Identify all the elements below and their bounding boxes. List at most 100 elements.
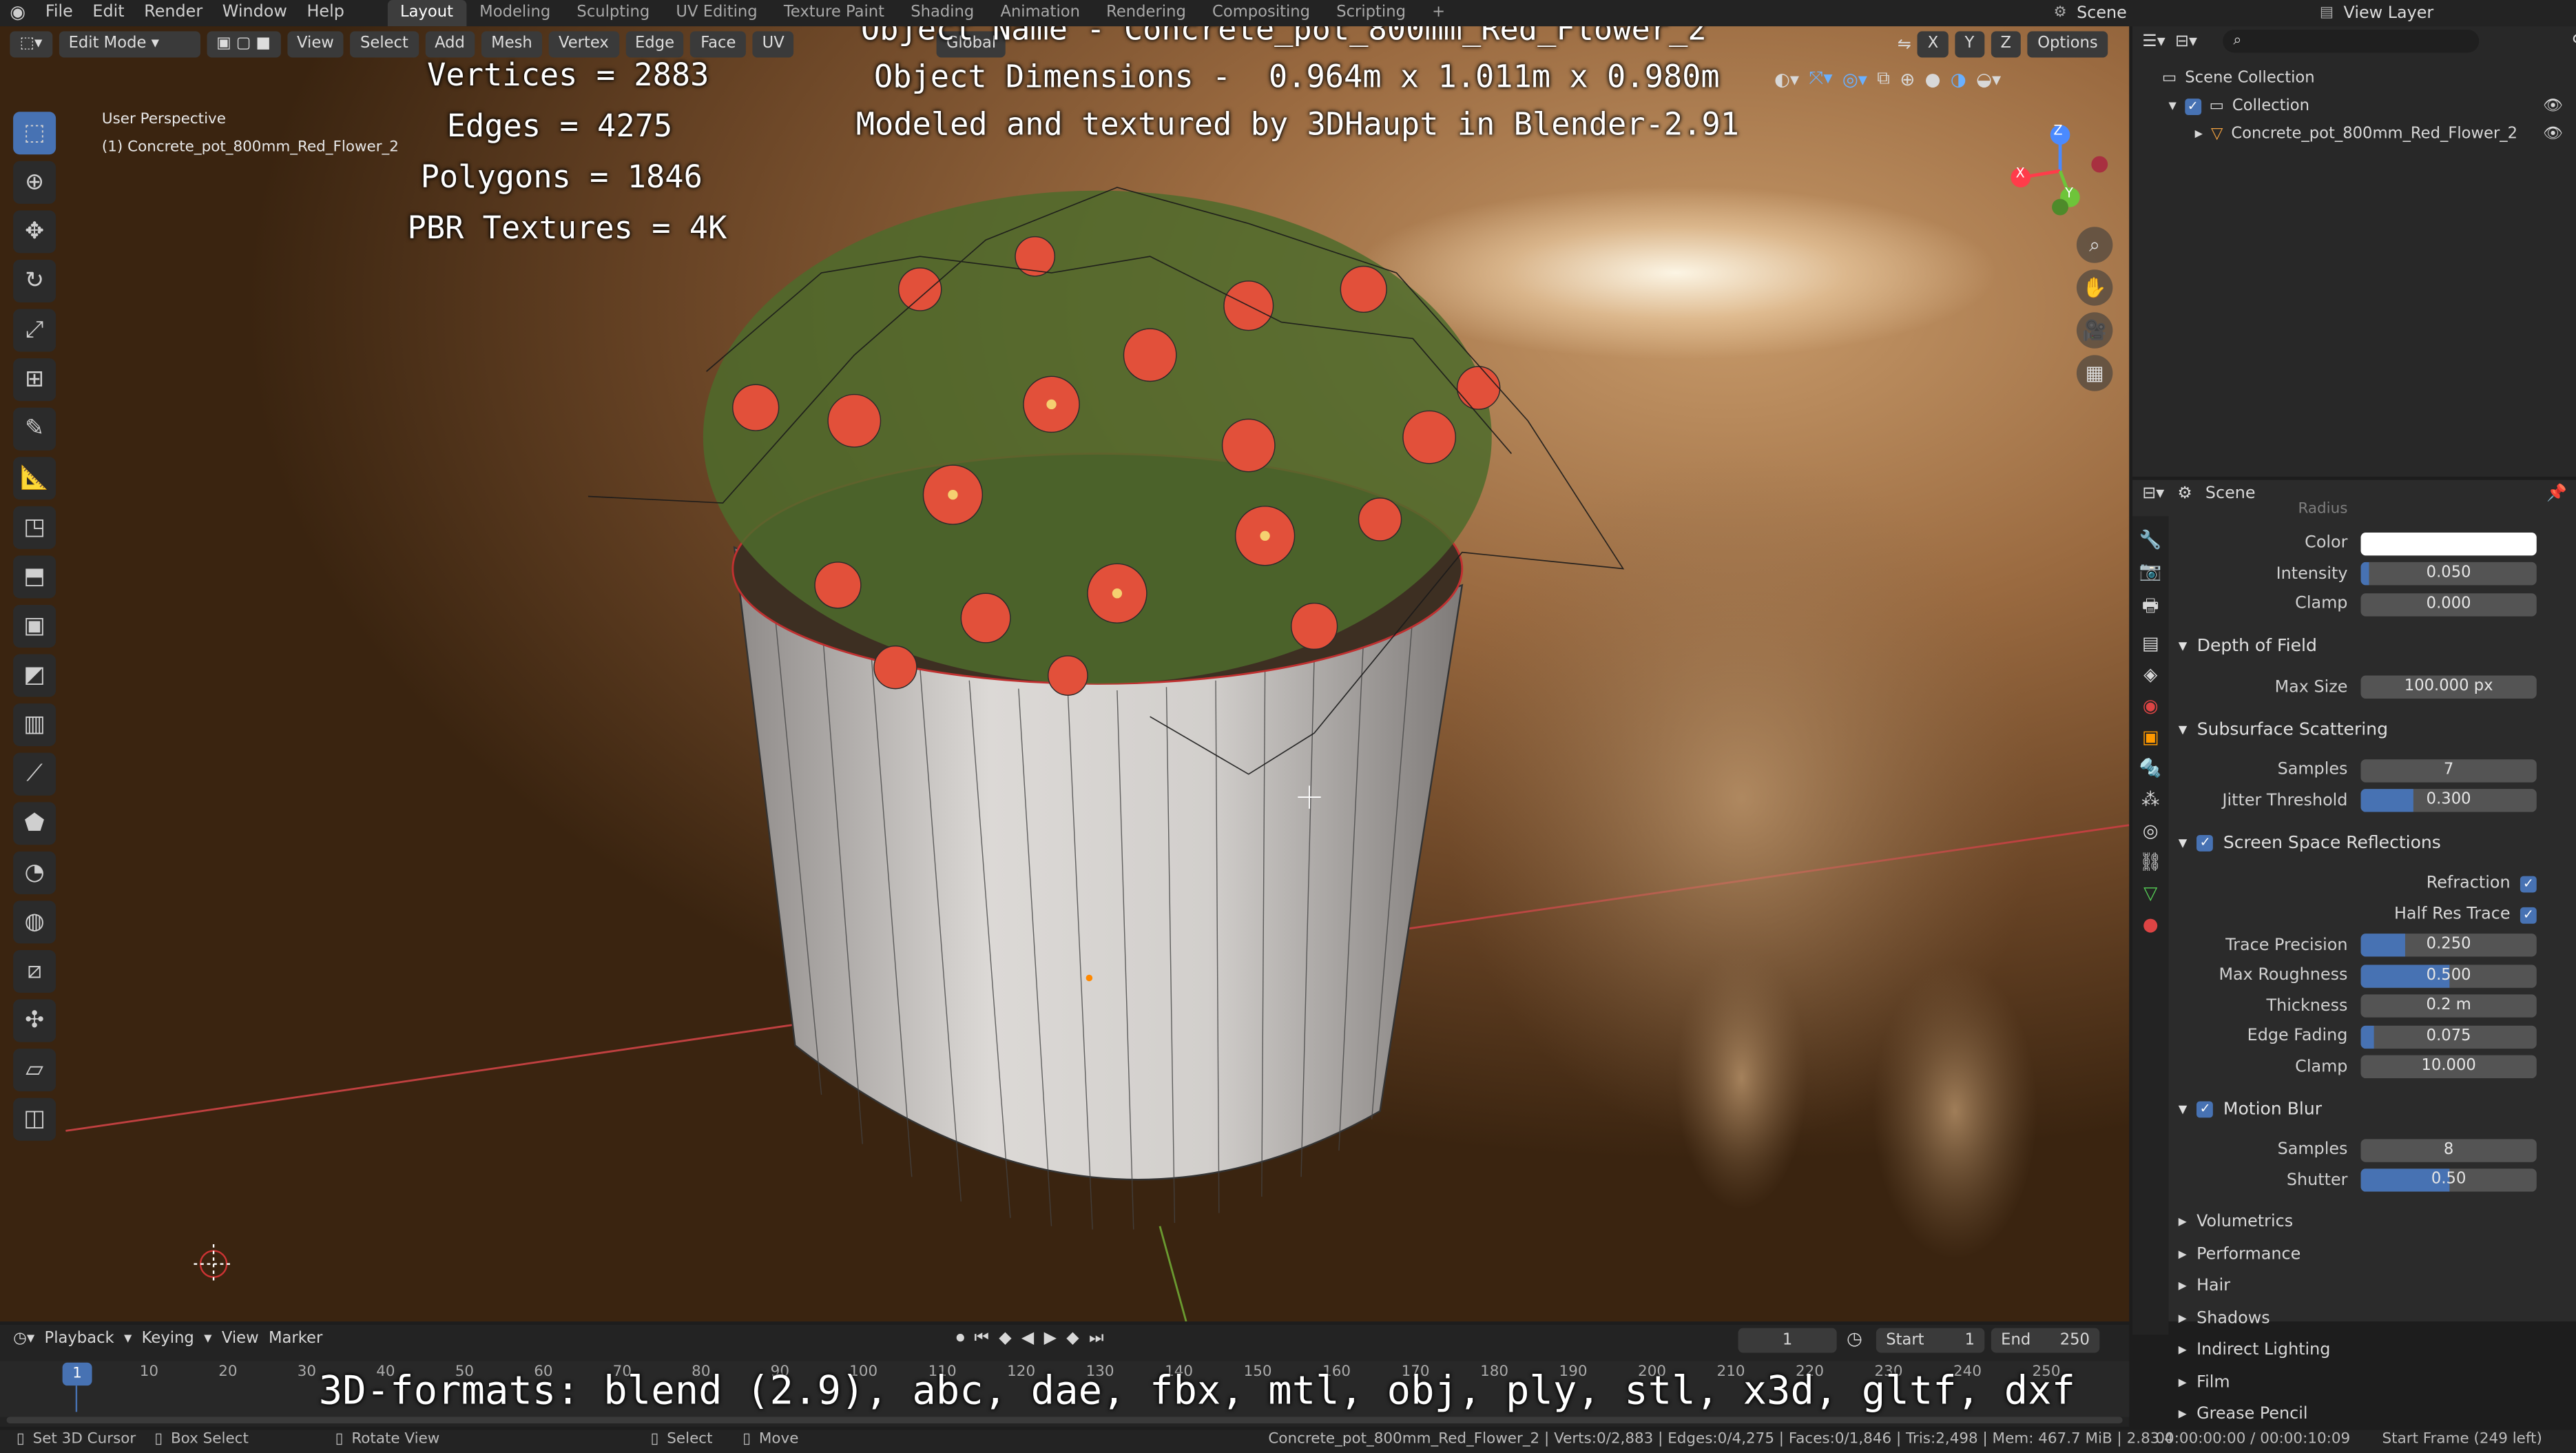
motion-blur-checkbox[interactable]: ✓ [2196,1101,2214,1118]
panel-hair[interactable]: ▸ Hair [2179,1277,2331,1295]
end-frame-field[interactable]: End 250 [1991,1328,2100,1353]
menu-window[interactable]: Window [212,0,297,26]
timeline-view-menu[interactable]: View [222,1330,259,1348]
scale-tool-icon[interactable]: ⤢ [13,309,56,352]
render-tab-icon[interactable]: 📷 [2139,561,2162,582]
refraction-checkbox[interactable]: ✓ [2520,875,2537,892]
outliner-search[interactable]: ⌕ [2223,29,2480,53]
expand-arrow-icon[interactable]: ▾ [2168,97,2176,115]
menu-file[interactable]: File [36,0,83,26]
tab-shading[interactable]: Shading [897,0,987,26]
outliner-search-input[interactable] [2241,31,2446,51]
panel-performance[interactable]: ▸ Performance [2179,1245,2331,1263]
rendered-shading-icon[interactable]: ◒▾ [1976,68,2001,90]
motion-blur-panel-header[interactable]: ▾ ✓ Motion Blur [2179,1100,2322,1120]
expand-arrow-icon[interactable]: ▸ [2195,125,2203,143]
half-res-checkbox[interactable]: ✓ [2520,906,2537,923]
gizmo-icon[interactable]: ⤧▾ [1809,68,1832,90]
edge-menu[interactable]: Edge [625,31,685,58]
start-frame-field[interactable]: Start 1 [1876,1328,1985,1353]
mode-selector[interactable]: Edit Mode ▾ [59,31,200,58]
tab-rendering[interactable]: Rendering [1093,0,1199,26]
tab-sculpting[interactable]: Sculpting [563,0,663,26]
overlay-icon[interactable]: ◎▾ [1842,68,1867,90]
clamp-field[interactable]: 0.000 [2360,593,2537,617]
smooth-tool-icon[interactable]: ◍ [13,900,56,944]
outliner-row-object[interactable]: ▸ ▽ Concrete_pot_800mm_Red_Flower_2 👁 [2195,125,2563,143]
rotate-tool-icon[interactable]: ↻ [13,259,56,302]
face-menu[interactable]: Face [690,31,746,58]
solid-shading-icon[interactable]: ● [1925,68,1941,90]
constraints-tab-icon[interactable]: ⛓ [2139,852,2162,873]
transform-tool-icon[interactable]: ⊞ [13,358,56,402]
color-swatch[interactable] [2360,532,2537,556]
panel-volumetrics[interactable]: ▸ Volumetrics [2179,1213,2331,1231]
tab-texture-paint[interactable]: Texture Paint [771,0,897,26]
navigation-gizmo[interactable]: Z X Y [2008,122,2110,224]
record-icon[interactable]: ⏺ [956,1330,964,1348]
extrude-tool-icon[interactable]: ⬒ [13,555,56,599]
panel-shadows[interactable]: ▸ Shadows [2179,1309,2331,1327]
play-reverse-icon[interactable]: ◀ [1021,1330,1034,1348]
scene-tab-icon[interactable]: ◈ [2143,664,2157,686]
view-layer-selector[interactable]: ▤ View Layer [2320,0,2433,26]
edge-slide-tool-icon[interactable]: ⧄ [13,949,56,993]
tab-compositing[interactable]: Compositing [1199,0,1323,26]
shear-tool-icon[interactable]: ▱ [13,1049,56,1092]
properties-editor-icon[interactable]: ⊟▾ [2142,485,2164,503]
tab-animation[interactable]: Animation [987,0,1093,26]
spin-tool-icon[interactable]: ◔ [13,851,56,894]
measure-tool-icon[interactable]: 📐 [13,457,56,500]
axis-y-toggle[interactable]: Y [1955,31,1984,58]
wireframe-shading-icon[interactable]: ⊕ [1900,68,1915,90]
collection-checkbox[interactable]: ✓ [2184,97,2201,114]
physics-tab-icon[interactable]: ◎ [2143,820,2159,841]
select-mode-buttons[interactable]: ▣ ▢ ■ [206,31,281,58]
add-workspace-button[interactable]: + [1419,0,1458,26]
ssr-panel-header[interactable]: ▾ ✓ Screen Space Reflections [2179,834,2441,854]
tab-scripting[interactable]: Scripting [1323,0,1419,26]
prev-keyframe-icon[interactable]: ◆ [999,1330,1011,1348]
axis-z-toggle[interactable]: Z [1991,31,2022,58]
timeline-editor-icon[interactable]: ◷▾ [13,1330,34,1348]
outliner-row-collection[interactable]: ▾ ✓ ▭ Collection 👁 [2168,97,2562,115]
object-tab-icon[interactable]: ▣ [2142,727,2159,748]
ssr-clamp-field[interactable]: 10.000 [2360,1055,2537,1079]
refraction-toggle[interactable]: Refraction ✓ [2349,874,2537,892]
mb-samples-field[interactable]: 8 [2360,1139,2537,1162]
jump-start-icon[interactable]: ⏮ [974,1330,988,1348]
ssr-checkbox[interactable]: ✓ [2196,834,2214,852]
add-cube-tool-icon[interactable]: ◳ [13,506,56,549]
inset-tool-icon[interactable]: ▣ [13,604,56,648]
menu-edit[interactable]: Edit [83,0,134,26]
view-layer-tab-icon[interactable]: ▤ [2142,633,2159,655]
jitter-slider[interactable]: 0.300 [2360,789,2537,812]
jump-end-icon[interactable]: ⏭ [1089,1330,1103,1348]
material-tab-icon[interactable]: ● [2143,914,2159,935]
cursor-tool-icon[interactable]: ⊕ [13,161,56,204]
rip-tool-icon[interactable]: ◫ [13,1098,56,1141]
3d-viewport[interactable]: ⬚▾ Edit Mode ▾ ▣ ▢ ■ View Select Add Mes… [0,26,2130,1322]
playback-menu[interactable]: Playback [45,1330,114,1348]
current-frame-field[interactable]: 1 [1738,1328,1837,1353]
select-menu[interactable]: Select [350,31,419,58]
panel-film[interactable]: ▸ Film [2179,1373,2331,1391]
dof-panel-header[interactable]: ▾ Depth of Field [2179,636,2317,656]
tab-uv-editing[interactable]: UV Editing [663,0,770,26]
shutter-slider[interactable]: 0.50 [2360,1168,2537,1192]
modifier-tab-icon[interactable]: 🔩 [2139,758,2162,779]
eye-icon[interactable]: 👁 [2543,125,2563,143]
loop-cut-tool-icon[interactable]: ▥ [13,703,56,747]
pan-hand-icon[interactable]: ✋ [2076,269,2113,306]
blender-logo-icon[interactable]: ◉ [0,0,36,26]
mesh-menu[interactable]: Mesh [481,31,543,58]
filter-icon[interactable]: ⚲▾ [2572,32,2576,50]
data-tab-icon[interactable]: ▽ [2143,883,2157,904]
view-menu[interactable]: View [287,31,344,58]
particles-tab-icon[interactable]: ⁂ [2141,789,2159,810]
visibility-icon[interactable]: ◐▾ [1774,68,1799,90]
playhead[interactable]: 1 [62,1362,92,1386]
output-tab-icon[interactable]: 🖶 [2142,592,2159,623]
axis-x-toggle[interactable]: X [1918,31,1949,58]
menu-help[interactable]: Help [297,0,354,26]
